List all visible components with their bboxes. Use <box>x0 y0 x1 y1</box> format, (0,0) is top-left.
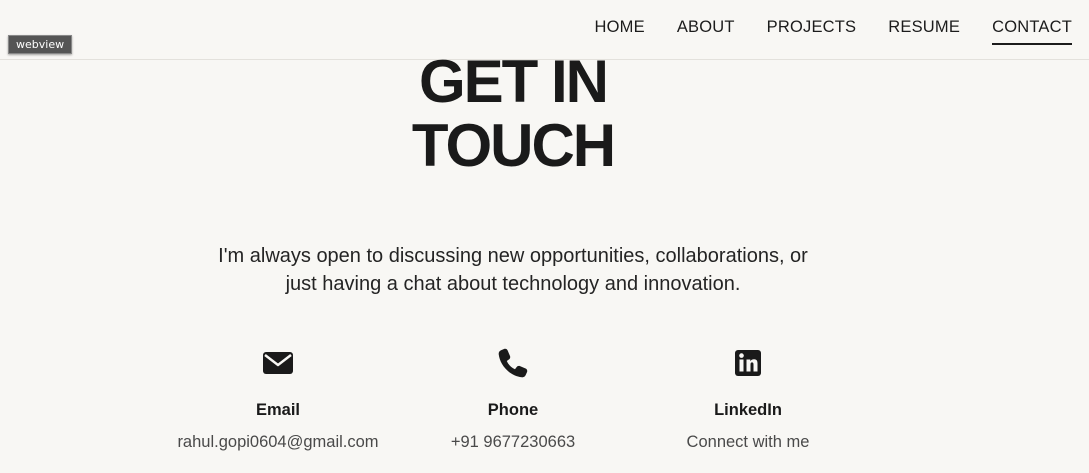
contact-linkedin-link[interactable]: Connect with me <box>628 432 868 452</box>
intro-line-2: just having a chat about technology and … <box>285 273 741 295</box>
page-title: GET IN TOUCH <box>0 50 1026 178</box>
contact-linkedin-label: LinkedIn <box>714 401 782 419</box>
contact-email-link[interactable]: rahul.gopi0604@gmail.com <box>158 432 398 452</box>
nav-projects-link[interactable]: PROJECTS <box>767 17 857 45</box>
nav-contact-link[interactable]: CONTACT <box>992 17 1072 45</box>
envelope-icon <box>263 352 293 374</box>
intro-text: I'm always open to discussing new opport… <box>0 242 1026 298</box>
nav-home-link[interactable]: HOME <box>595 17 645 45</box>
contact-phone: Phone +91 9677230663 <box>393 346 633 452</box>
contact-phone-label: Phone <box>487 401 539 419</box>
nav-links: HOME ABOUT PROJECTS RESUME CONTACT <box>595 17 1072 45</box>
nav-resume-link[interactable]: RESUME <box>888 17 960 45</box>
contact-methods: Email rahul.gopi0604@gmail.com Phone +91… <box>0 346 1026 466</box>
phone-icon <box>498 348 528 378</box>
contact-phone-link[interactable]: +91 9677230663 <box>393 432 633 452</box>
nav-about-link[interactable]: ABOUT <box>677 17 735 45</box>
intro-line-1: I'm always open to discussing new opport… <box>218 245 808 267</box>
contact-linkedin: LinkedIn Connect with me <box>628 346 868 452</box>
linkedin-icon <box>735 350 761 376</box>
contact-email-label: Email <box>255 401 301 419</box>
contact-email: Email rahul.gopi0604@gmail.com <box>158 346 398 452</box>
page-title-line-1: GET IN <box>418 48 609 115</box>
page-title-line-2: TOUCH <box>411 112 616 179</box>
